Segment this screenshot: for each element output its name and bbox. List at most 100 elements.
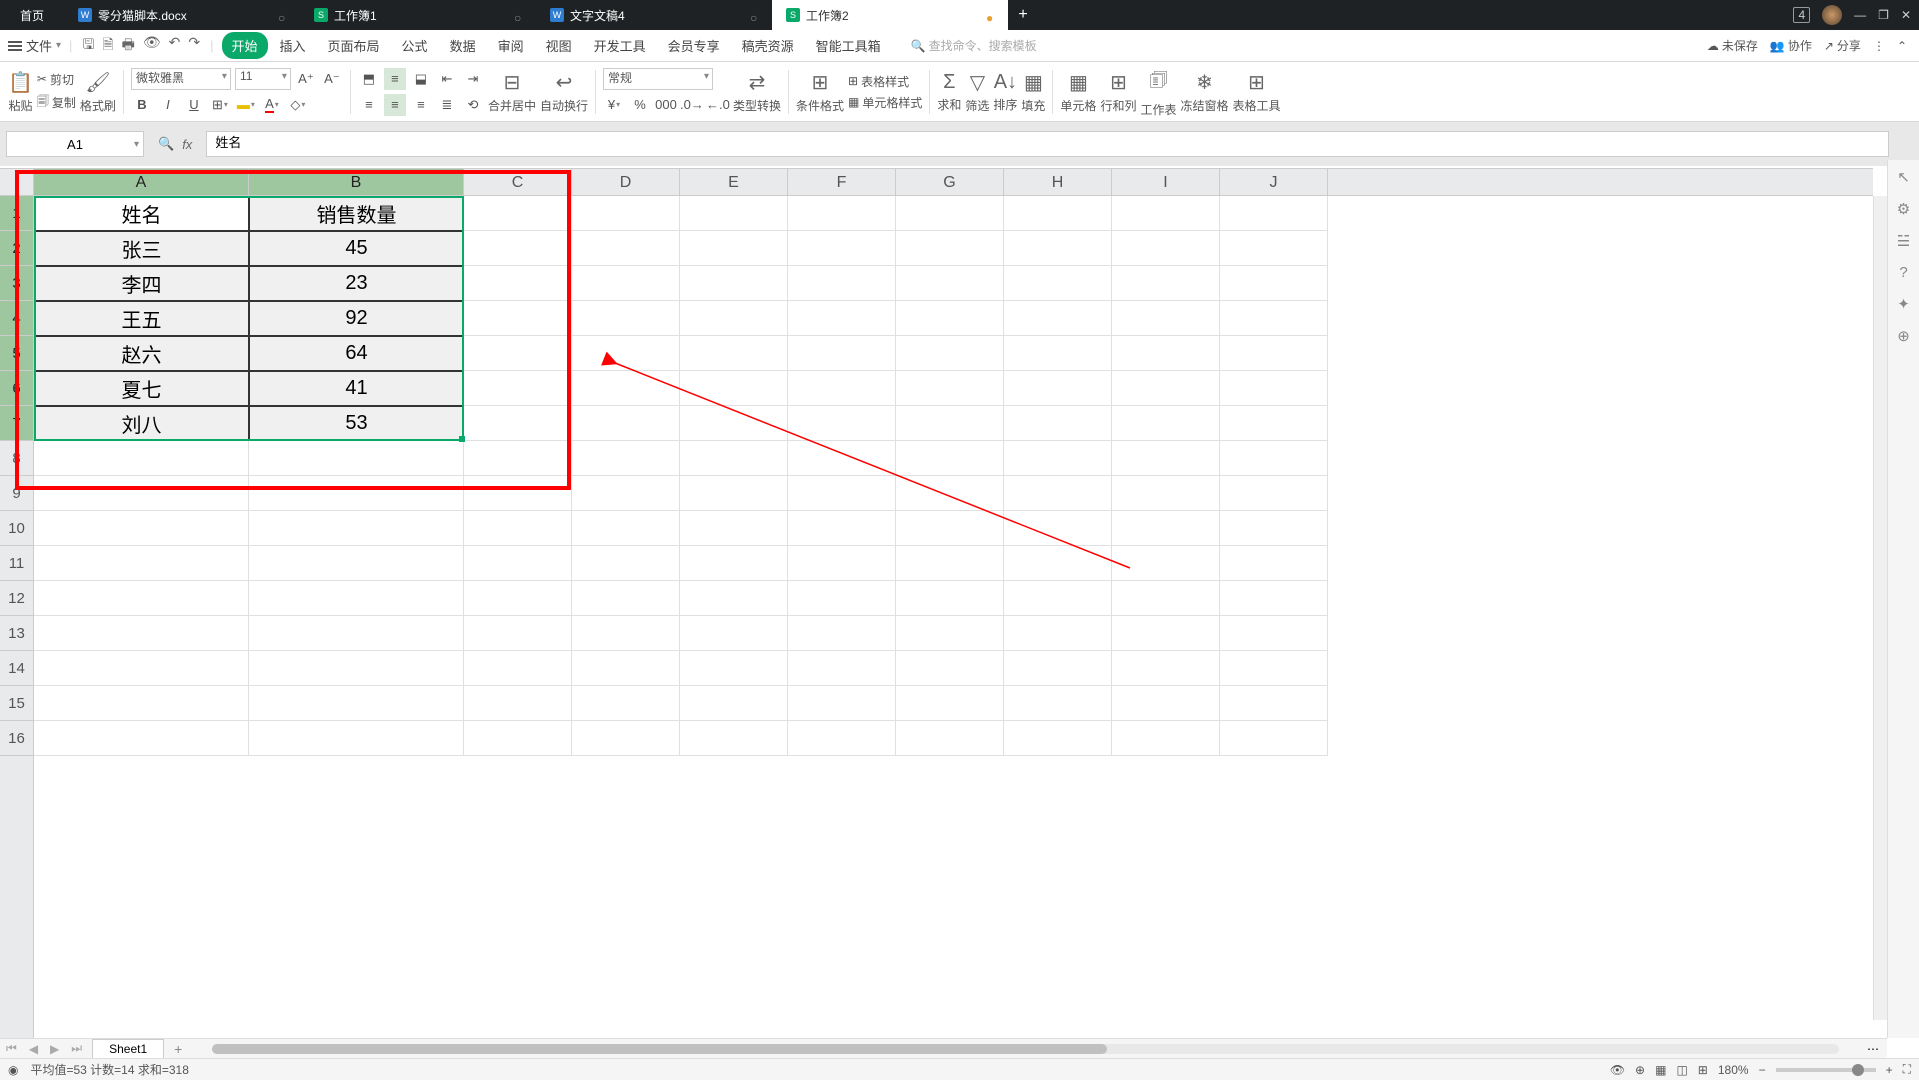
font-selector[interactable]: 微软雅黑 — [131, 68, 231, 90]
row-header-15[interactable]: 15 — [0, 686, 33, 721]
paste-button[interactable]: 📋粘贴 — [8, 70, 33, 114]
grid-toggle-icon[interactable]: ⊕ — [1635, 1063, 1645, 1077]
number-format-selector[interactable]: 常规 — [603, 68, 713, 90]
menu-tab-9[interactable]: 稿壳资源 — [732, 32, 804, 59]
col-header-A[interactable]: A — [34, 169, 249, 195]
sum-button[interactable]: Σ求和 — [937, 71, 961, 113]
zoom-level[interactable]: 180% — [1718, 1063, 1749, 1077]
row-header-4[interactable]: 4 — [0, 301, 33, 336]
cell-style-button[interactable]: ▦ 单元格样式 — [848, 94, 922, 111]
align-center-icon[interactable]: ≡ — [384, 94, 406, 116]
cell-B7[interactable]: 53 — [249, 406, 464, 441]
view-pagebreak-icon[interactable]: ⊞ — [1698, 1063, 1708, 1077]
sheet-more-icon[interactable]: ⋯ — [1859, 1042, 1887, 1056]
underline-button[interactable]: U — [183, 94, 205, 116]
align-bottom-icon[interactable]: ⬓ — [410, 68, 432, 90]
row-header-14[interactable]: 14 — [0, 651, 33, 686]
tab-add[interactable]: + — [1008, 6, 1038, 24]
maximize-button[interactable]: ❐ — [1878, 8, 1889, 22]
sheet-nav-first[interactable]: ⏮ — [0, 1041, 23, 1056]
menu-tab-6[interactable]: 视图 — [536, 32, 582, 59]
print-icon[interactable]: 🖶 — [122, 34, 135, 58]
cell-B5[interactable]: 64 — [249, 336, 464, 371]
cursor-icon[interactable]: ↖ — [1897, 168, 1910, 186]
sheet-tab-1[interactable]: Sheet1 — [92, 1039, 164, 1058]
save-as-icon[interactable]: 🗎 — [102, 34, 113, 58]
dec-decimal-button[interactable]: ←.0 — [707, 94, 729, 116]
filter-button[interactable]: ▽筛选 — [965, 70, 989, 114]
cell-B3[interactable]: 23 — [249, 266, 464, 301]
cell-B2[interactable]: 45 — [249, 231, 464, 266]
add-sheet-button[interactable]: + — [164, 1041, 192, 1057]
sheet-nav-next[interactable]: ▶ — [44, 1042, 65, 1056]
row-header-1[interactable]: 1 — [0, 196, 33, 231]
name-box[interactable]: A1 — [6, 131, 144, 157]
row-header-5[interactable]: 5 — [0, 336, 33, 371]
menu-tab-1[interactable]: 插入 — [270, 32, 316, 59]
menu-tab-3[interactable]: 公式 — [392, 32, 438, 59]
zoom-in-button[interactable]: + — [1886, 1063, 1893, 1077]
menu-tab-5[interactable]: 审阅 — [488, 32, 534, 59]
row-header-13[interactable]: 13 — [0, 616, 33, 651]
collapse-ribbon-icon[interactable]: ⌃ — [1897, 37, 1907, 54]
formula-input[interactable]: 姓名 — [206, 131, 1889, 157]
col-header-B[interactable]: B — [249, 169, 464, 195]
format-painter-button[interactable]: 🖌格式刷 — [80, 70, 116, 114]
fill-color-button[interactable]: ▬ — [235, 94, 257, 116]
col-header-E[interactable]: E — [680, 169, 788, 195]
more-icon[interactable]: ⋮ — [1873, 37, 1885, 54]
menu-tab-10[interactable]: 智能工具箱 — [806, 32, 891, 59]
sheet-nav-last[interactable]: ⏭ — [65, 1041, 88, 1056]
row-header-10[interactable]: 10 — [0, 511, 33, 546]
zoom-slider[interactable] — [1776, 1068, 1876, 1072]
inc-decimal-button[interactable]: .0→ — [681, 94, 703, 116]
border-button[interactable]: ⊞ — [209, 94, 231, 116]
preview-icon[interactable]: 👁 — [143, 34, 161, 58]
cond-format-button[interactable]: ⊞条件格式 — [796, 70, 844, 114]
help-icon[interactable]: ? — [1899, 264, 1907, 281]
col-header-J[interactable]: J — [1220, 169, 1328, 195]
cell-A7[interactable]: 刘八 — [34, 406, 249, 441]
doc-tab-1[interactable]: S工作簿1○ — [300, 0, 536, 30]
cell-A6[interactable]: 夏七 — [34, 371, 249, 406]
zoom-formula-icon[interactable]: 🔍 — [158, 136, 174, 152]
freeze-button[interactable]: ❄冻结窗格 — [1180, 70, 1228, 114]
align-left-icon[interactable]: ≡ — [358, 94, 380, 116]
align-justify-icon[interactable]: ≣ — [436, 94, 458, 116]
minimize-button[interactable]: — — [1854, 8, 1866, 22]
record-macro-icon[interactable]: ◉ — [8, 1063, 18, 1077]
table-style-button[interactable]: ⊞ 表格样式 — [848, 73, 922, 90]
view-layout-icon[interactable]: ◫ — [1676, 1063, 1687, 1077]
font-color-button[interactable]: A — [261, 94, 283, 116]
fullscreen-icon[interactable]: ⛶ — [1903, 1062, 1911, 1077]
col-header-D[interactable]: D — [572, 169, 680, 195]
row-header-8[interactable]: 8 — [0, 441, 33, 476]
clear-format-button[interactable]: ◇ — [287, 94, 309, 116]
cell-A5[interactable]: 赵六 — [34, 336, 249, 371]
cell-B6[interactable]: 41 — [249, 371, 464, 406]
orientation-icon[interactable]: ⟲ — [462, 94, 484, 116]
doc-tab-0[interactable]: W零分猫脚本.docx○ — [64, 0, 300, 30]
menu-tab-0[interactable]: 开始 — [222, 32, 268, 59]
merge-center-button[interactable]: ⊟合并居中 — [488, 70, 536, 114]
cell-A3[interactable]: 李四 — [34, 266, 249, 301]
row-header-9[interactable]: 9 — [0, 476, 33, 511]
unsaved-indicator[interactable]: ☁ 未保存 — [1707, 37, 1758, 54]
font-size-selector[interactable]: 11 — [235, 68, 291, 90]
sheet-nav-prev[interactable]: ◀ — [23, 1042, 44, 1056]
copy-button[interactable]: 🗐 复制 — [37, 92, 76, 113]
cut-button[interactable]: ✂ 剪切 — [37, 71, 76, 88]
select-all-corner[interactable] — [0, 168, 34, 196]
cell-B4[interactable]: 92 — [249, 301, 464, 336]
cell-A2[interactable]: 张三 — [34, 231, 249, 266]
share-button[interactable]: ↗ 分享 — [1824, 37, 1861, 54]
window-count-badge[interactable]: 4 — [1793, 7, 1810, 23]
menu-tab-7[interactable]: 开发工具 — [584, 32, 656, 59]
collab-button[interactable]: 👥 协作 — [1770, 37, 1812, 54]
undo-icon[interactable]: ↶ — [169, 34, 181, 58]
properties-icon[interactable]: ☱ — [1897, 232, 1910, 250]
cell-A1[interactable]: 姓名 — [34, 196, 249, 231]
ai-icon[interactable]: ✦ — [1897, 295, 1910, 313]
decrease-font-icon[interactable]: A⁻ — [321, 68, 343, 90]
bold-button[interactable]: B — [131, 94, 153, 116]
